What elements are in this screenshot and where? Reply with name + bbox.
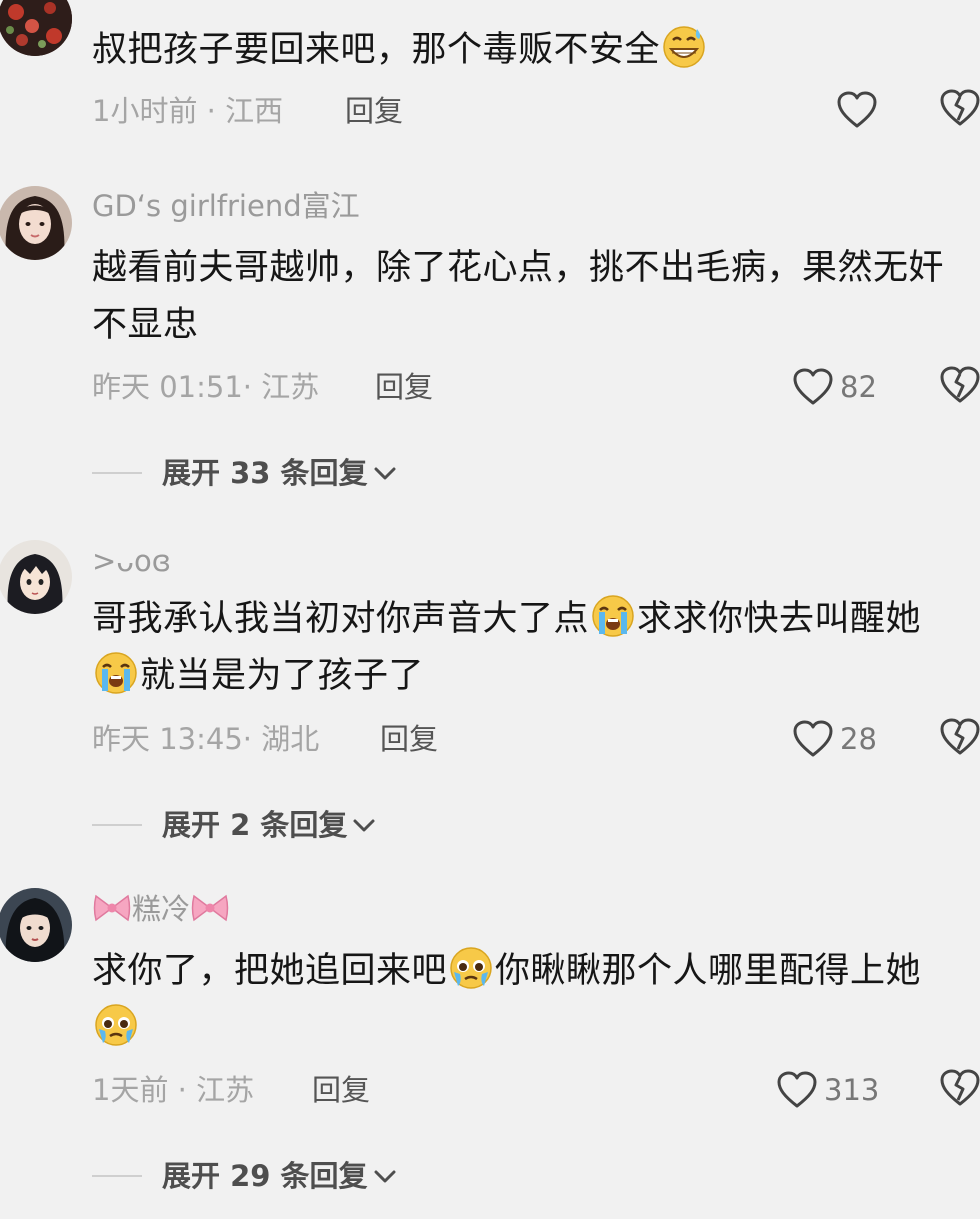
broken-heart-icon xyxy=(940,1069,980,1106)
comment-username-text: 糕冷 xyxy=(132,892,191,926)
comment-text: 叔把孩子要回来吧，那个毒贩不安全 xyxy=(92,22,967,79)
chevron-down-icon xyxy=(353,819,375,832)
expand-replies-label: 展开 29 条回复 xyxy=(162,1159,368,1193)
like-count: 28 xyxy=(840,722,877,756)
divider-line xyxy=(92,472,142,474)
divider-line xyxy=(92,824,142,826)
comment-text: 哥我承认我当初对你声音大了点 求求你快去叫醒她 就当是为了孩子了 xyxy=(92,591,967,705)
pleading-face-emoji-icon xyxy=(450,947,492,989)
expand-replies-button[interactable]: 展开 33 条回复 xyxy=(92,453,398,493)
avatar[interactable] xyxy=(0,888,72,962)
comment-meta: 1天前 · 江苏 xyxy=(92,1073,255,1107)
reply-button[interactable]: 回复 xyxy=(375,369,433,405)
broken-heart-icon xyxy=(940,89,980,126)
like-button[interactable] xyxy=(836,88,878,132)
expand-replies-label: 展开 2 条回复 xyxy=(162,808,348,842)
comment-meta: 1小时前 · 江西 xyxy=(92,94,284,128)
comment-meta: 昨天 01:51· 江苏 xyxy=(92,370,320,404)
pink-bow-icon xyxy=(191,894,229,922)
expand-replies-button[interactable]: 展开 2 条回复 xyxy=(92,805,377,845)
pink-bow-icon xyxy=(93,894,131,922)
chevron-down-icon xyxy=(374,467,396,480)
grinning-sweat-emoji-icon xyxy=(663,26,705,68)
comment-meta: 昨天 13:45· 湖北 xyxy=(92,722,320,756)
reply-button[interactable]: 回复 xyxy=(312,1072,370,1108)
like-button[interactable]: 82 xyxy=(792,365,877,409)
expand-replies-button[interactable]: 展开 29 条回复 xyxy=(92,1156,398,1196)
comment-text: 求你了，把她追回来吧 你瞅瞅那个人哪里配得上她 xyxy=(92,943,967,1057)
broken-heart-icon xyxy=(940,366,980,403)
expand-replies-label: 展开 33 条回复 xyxy=(162,456,368,490)
like-button[interactable]: 28 xyxy=(792,717,877,761)
heart-icon xyxy=(777,1071,817,1108)
dislike-button[interactable] xyxy=(938,1068,980,1112)
pleading-face-emoji-icon xyxy=(95,1004,137,1046)
avatar[interactable] xyxy=(0,0,72,56)
avatar[interactable] xyxy=(0,540,72,614)
comment-text-part: 哥我承认我当初对你声音大了点 xyxy=(92,599,590,639)
reply-button[interactable]: 回复 xyxy=(380,721,438,757)
reply-button[interactable]: 回复 xyxy=(345,93,403,129)
chevron-down-icon xyxy=(374,1170,396,1183)
dislike-button[interactable] xyxy=(938,365,980,409)
broken-heart-icon xyxy=(940,718,980,755)
comment-text-part: 求你了，把她追回来吧 xyxy=(92,951,448,991)
dislike-button[interactable] xyxy=(938,88,980,132)
like-count: 82 xyxy=(840,370,877,404)
comment-text-part: 你瞅瞅那个人哪里配得上她 xyxy=(495,951,922,991)
dislike-button[interactable] xyxy=(938,717,980,761)
comment-username[interactable]: >ᴗoɞ xyxy=(92,543,171,579)
comment-text-part: 就当是为了孩子了 xyxy=(140,656,425,696)
comment-text-part: 求求你快去叫醒她 xyxy=(637,599,922,639)
heart-icon xyxy=(793,368,833,405)
comment-username[interactable]: GD‘s girlfriend富江 xyxy=(92,188,360,224)
comment-username[interactable]: 糕冷 xyxy=(92,891,230,927)
comment-text: 越看前夫哥越帅，除了花心点，挑不出毛病，果然无奸不显忠 xyxy=(92,248,945,345)
loudly-crying-emoji-icon xyxy=(95,652,137,694)
comment-text-body: 叔把孩子要回来吧，那个毒贩不安全 xyxy=(92,30,661,70)
heart-icon xyxy=(793,720,833,757)
like-count: 313 xyxy=(824,1073,880,1107)
divider-line xyxy=(92,1175,142,1177)
avatar[interactable] xyxy=(0,186,72,260)
like-button[interactable]: 313 xyxy=(776,1068,879,1112)
loudly-crying-emoji-icon xyxy=(592,595,634,637)
heart-icon xyxy=(837,91,877,128)
